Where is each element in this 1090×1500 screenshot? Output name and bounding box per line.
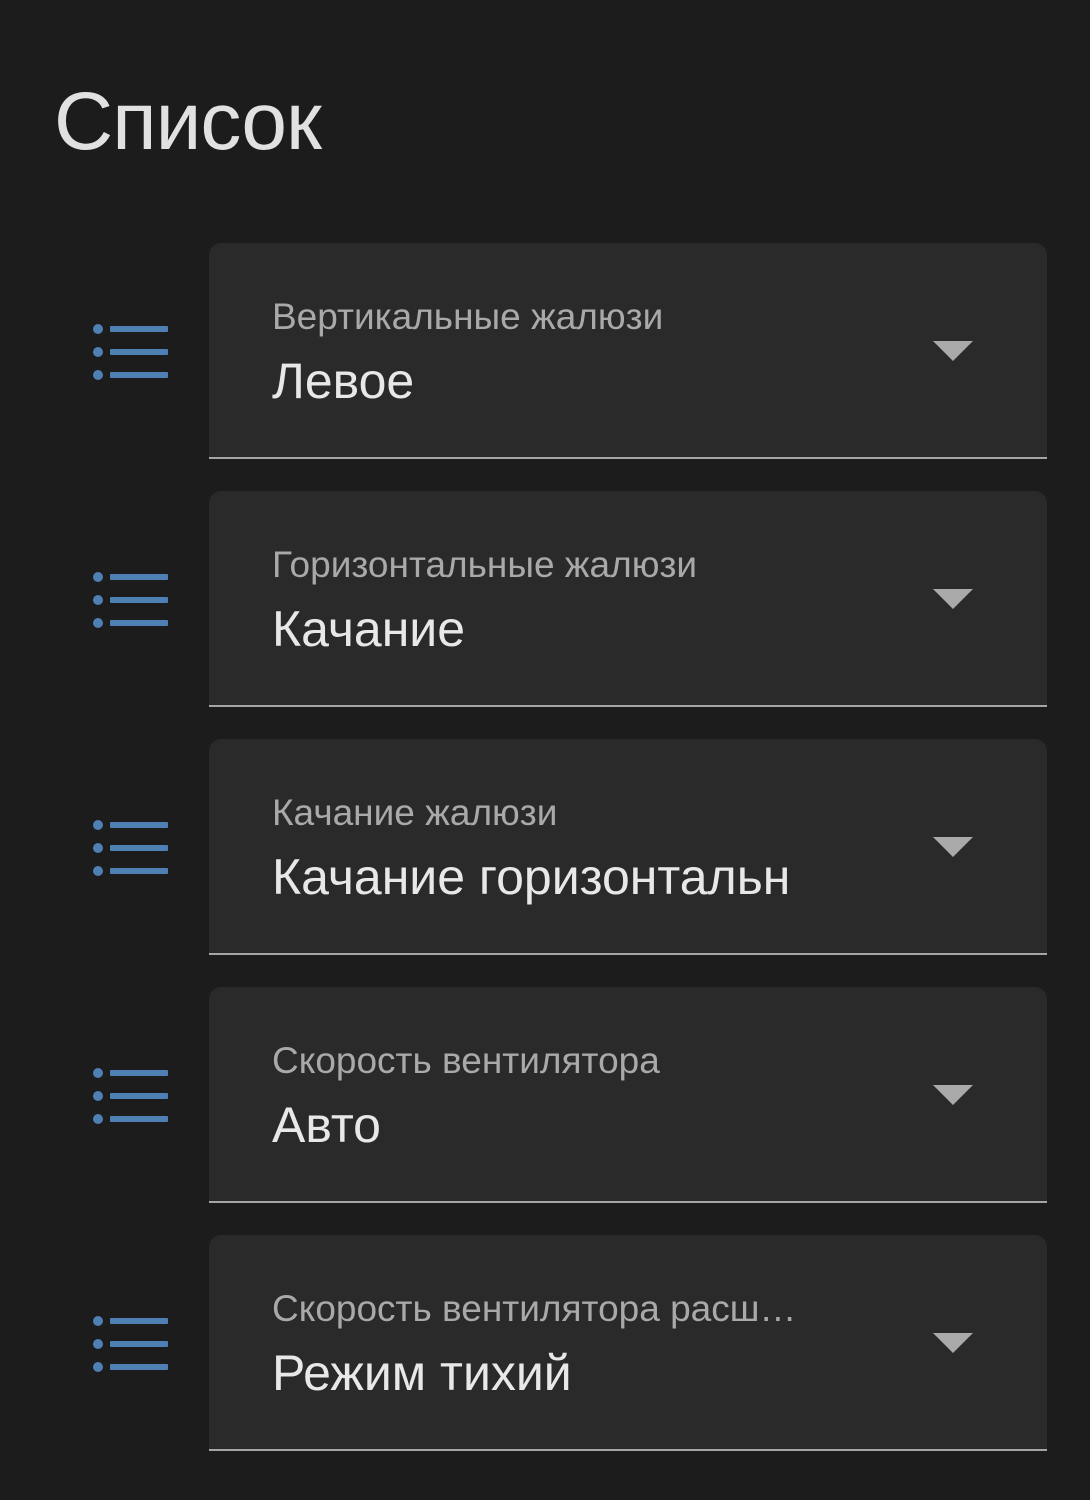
select-label: Горизонтальные жалюзи — [272, 544, 698, 585]
select-value: Качание — [272, 601, 466, 657]
select-label: Скорость вентилятора — [272, 1040, 660, 1081]
fan-speed-extended-select[interactable]: Скорость вентилятора расш… Режим тихий — [209, 1235, 1047, 1451]
select-label: Качание жалюзи — [272, 792, 558, 833]
format-list-bulleted-icon — [93, 572, 168, 628]
dropdown-arrow-icon[interactable] — [933, 837, 973, 857]
format-list-bulleted-icon — [93, 324, 168, 380]
select-label: Вертикальные жалюзи — [272, 296, 664, 337]
select-label: Скорость вентилятора расш… — [272, 1288, 797, 1329]
select-value: Качание горизонтальн — [272, 849, 791, 905]
list-item-fan-speed: Скорость вентилятора Авто — [0, 987, 1090, 1205]
format-list-bulleted-icon — [93, 1316, 168, 1372]
dropdown-arrow-icon[interactable] — [933, 1333, 973, 1353]
list-item-fan-speed-extended: Скорость вентилятора расш… Режим тихий — [0, 1235, 1090, 1453]
list-item-horizontal-louvers: Горизонтальные жалюзи Качание — [0, 491, 1090, 709]
fan-speed-select[interactable]: Скорость вентилятора Авто — [209, 987, 1047, 1203]
dropdown-arrow-icon[interactable] — [933, 1085, 973, 1105]
card-title: Список — [54, 76, 322, 167]
format-list-bulleted-icon — [93, 820, 168, 876]
horizontal-louvers-select[interactable]: Горизонтальные жалюзи Качание — [209, 491, 1047, 707]
select-value: Левое — [272, 353, 415, 409]
dropdown-arrow-icon[interactable] — [933, 341, 973, 361]
dropdown-arrow-icon[interactable] — [933, 589, 973, 609]
louver-swing-select[interactable]: Качание жалюзи Качание горизонтальн — [209, 739, 1047, 955]
vertical-louvers-select[interactable]: Вертикальные жалюзи Левое — [209, 243, 1047, 459]
list-item-vertical-louvers: Вертикальные жалюзи Левое — [0, 243, 1090, 461]
select-value: Авто — [272, 1097, 381, 1153]
format-list-bulleted-icon — [93, 1068, 168, 1124]
select-value: Режим тихий — [272, 1345, 572, 1401]
list-item-louver-swing: Качание жалюзи Качание горизонтальн — [0, 739, 1090, 957]
